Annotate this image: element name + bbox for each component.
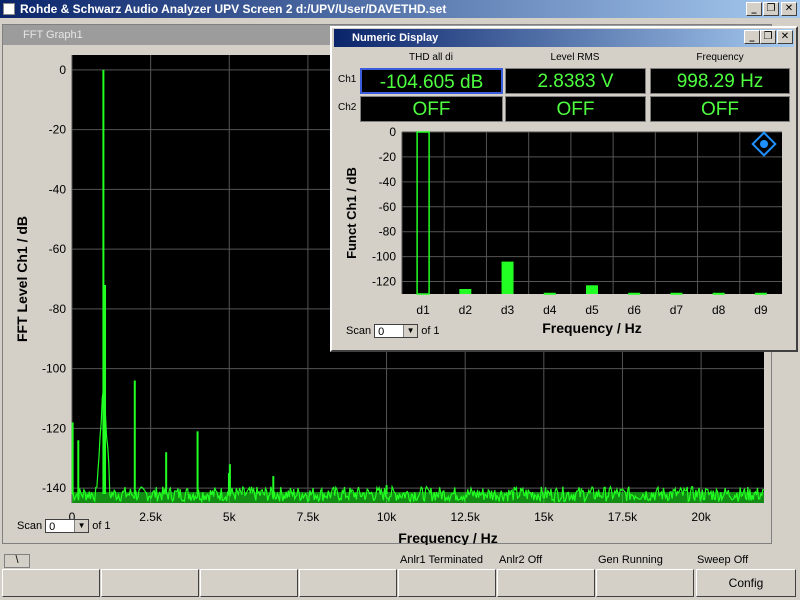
softkey-6[interactable] xyxy=(497,569,595,597)
thd-x-tick-label: d9 xyxy=(754,303,768,317)
fft-x-axis-label: Frequency / Hz xyxy=(398,530,498,545)
thd-y-tick-label: -20 xyxy=(379,150,397,164)
app-title: Rohde & Schwarz Audio Analyzer UPV Scree… xyxy=(20,2,447,16)
status-tab[interactable]: \ xyxy=(4,554,30,568)
status-generator: Gen Running xyxy=(598,554,663,566)
softkey-2[interactable] xyxy=(101,569,199,597)
app-title-bar: Rohde & Schwarz Audio Analyzer UPV Scree… xyxy=(0,0,800,18)
thd-x-tick-label: d8 xyxy=(712,303,726,317)
column-header-thd: THD all di xyxy=(409,52,453,63)
numeric-close-button[interactable]: ✕ xyxy=(777,30,793,44)
thd-y-axis-label: Funct Ch1 / dB xyxy=(344,167,359,259)
fft-y-tick-label: -120 xyxy=(42,421,66,435)
softkey-5[interactable] xyxy=(398,569,496,597)
softkey-4[interactable] xyxy=(299,569,397,597)
column-header-frequency: Frequency xyxy=(696,52,744,63)
status-anlr2: Anlr2 Off xyxy=(499,554,543,566)
fft-scan-control: Scan 0 ▼ of 1 xyxy=(17,519,111,533)
softkey-1[interactable] xyxy=(2,569,100,597)
fft-x-tick-label: 5k xyxy=(223,510,237,524)
ch2-frequency-value[interactable]: OFF xyxy=(650,96,790,122)
column-header-level: Level RMS xyxy=(550,52,600,63)
fft-x-tick-label: 10k xyxy=(377,510,397,524)
row-label-ch1: Ch1 xyxy=(338,74,357,85)
fft-y-tick-label: -20 xyxy=(49,123,67,137)
thd-x-tick-label: d2 xyxy=(459,303,473,317)
fft-noise-fill xyxy=(72,492,764,503)
fft-x-tick-label: 7.5k xyxy=(297,510,321,524)
chevron-down-icon[interactable]: ▼ xyxy=(74,520,89,532)
thd-x-tick-label: d4 xyxy=(543,303,557,317)
config-button[interactable]: Config xyxy=(696,569,796,597)
thd-x-tick-label: d5 xyxy=(585,303,599,317)
thd-x-axis-label: Frequency / Hz xyxy=(542,320,642,336)
thd-bar xyxy=(628,292,641,295)
fft-x-tick-label: 17.5k xyxy=(608,510,638,524)
fft-x-tick-label: 15k xyxy=(534,510,554,524)
fft-scan-of: of 1 xyxy=(92,519,111,532)
numeric-display-title: Numeric Display xyxy=(352,32,439,44)
minimize-button[interactable]: _ xyxy=(746,2,762,16)
ch1-level-value[interactable]: 2.8383 V xyxy=(505,68,646,94)
thd-bar xyxy=(712,292,725,295)
numeric-display-titlebar[interactable]: Numeric Display _ ❐ ✕ xyxy=(334,29,794,47)
thd-scan-of: of 1 xyxy=(421,324,440,337)
thd-chart[interactable]: 0 -20 -40 -60 -80 -100 -120 d1 d2 d3 d4 d5 d6 d7 d8 d9 F… xyxy=(332,126,796,350)
fft-x-tick-label: 12.5k xyxy=(451,510,481,524)
fft-y-tick-label: -40 xyxy=(49,182,67,196)
thd-y-tick-label: -40 xyxy=(379,175,397,189)
chevron-down-icon[interactable]: ▼ xyxy=(403,325,418,337)
softkey-3[interactable] xyxy=(200,569,298,597)
ch2-level-value[interactable]: OFF xyxy=(505,96,646,122)
thd-x-tick-label: d1 xyxy=(416,303,430,317)
thd-bar xyxy=(670,292,683,295)
status-anlr1: Anlr1 Terminated xyxy=(400,554,483,566)
numeric-display-window: Numeric Display _ ❐ ✕ THD all di Level R… xyxy=(330,26,798,352)
thd-x-tick-label: d3 xyxy=(501,303,515,317)
thd-bar xyxy=(501,261,514,294)
status-sweep: Sweep Off xyxy=(697,554,749,566)
fft-y-tick-label: -60 xyxy=(49,242,67,256)
fft-graph-title: FFT Graph1 xyxy=(23,29,83,41)
app-icon xyxy=(3,3,15,15)
fft-scan-value: 0 xyxy=(49,521,56,533)
numeric-minimize-button[interactable]: _ xyxy=(744,30,760,44)
thd-scan-label: Scan xyxy=(346,324,372,337)
softkey-row: Config xyxy=(2,569,798,597)
thd-y-tick-label: -120 xyxy=(372,275,396,289)
thd-y-tick-label: -60 xyxy=(379,200,397,214)
thd-y-tick-label: 0 xyxy=(389,126,396,139)
ch2-thd-value[interactable]: OFF xyxy=(360,96,503,122)
thd-plot-area xyxy=(402,132,782,294)
ch1-frequency-value[interactable]: 998.29 Hz xyxy=(650,68,790,94)
restore-button[interactable]: ❐ xyxy=(763,2,779,16)
row-label-ch2: Ch2 xyxy=(338,102,357,113)
softkey-7[interactable] xyxy=(596,569,694,597)
thd-y-tick-label: -100 xyxy=(372,250,396,264)
thd-bar xyxy=(754,292,767,295)
thd-bar xyxy=(586,285,598,294)
thd-scan-value: 0 xyxy=(378,326,385,338)
fft-y-tick-label: 0 xyxy=(59,63,66,77)
fft-y-tick-label: -140 xyxy=(42,481,66,495)
thd-scan-select[interactable]: 0 ▼ xyxy=(374,324,419,338)
thd-y-tick-label: -80 xyxy=(379,225,397,239)
thd-scan-control: Scan 0 ▼ of 1 xyxy=(346,324,440,338)
close-button[interactable]: ✕ xyxy=(781,2,797,16)
fft-x-tick-label: 2.5k xyxy=(139,510,163,524)
status-bar: \ Anlr1 Terminated Anlr2 Off Gen Running… xyxy=(0,553,800,569)
fft-y-axis-label: FFT Level Ch1 / dB xyxy=(14,216,30,342)
fft-x-tick-label: 20k xyxy=(691,510,711,524)
thd-bar xyxy=(459,289,472,294)
fft-y-tick-label: -80 xyxy=(49,302,67,316)
fft-scan-label: Scan xyxy=(17,519,43,532)
thd-x-tick-label: d7 xyxy=(670,303,684,317)
fft-y-tick-label: -100 xyxy=(42,362,66,376)
rs-logo-dot xyxy=(760,140,768,148)
thd-bar xyxy=(543,292,556,295)
numeric-restore-button[interactable]: ❐ xyxy=(760,30,776,44)
thd-x-tick-label: d6 xyxy=(628,303,642,317)
fft-scan-select[interactable]: 0 ▼ xyxy=(45,519,90,533)
ch1-thd-value[interactable]: -104.605 dB xyxy=(360,68,503,94)
